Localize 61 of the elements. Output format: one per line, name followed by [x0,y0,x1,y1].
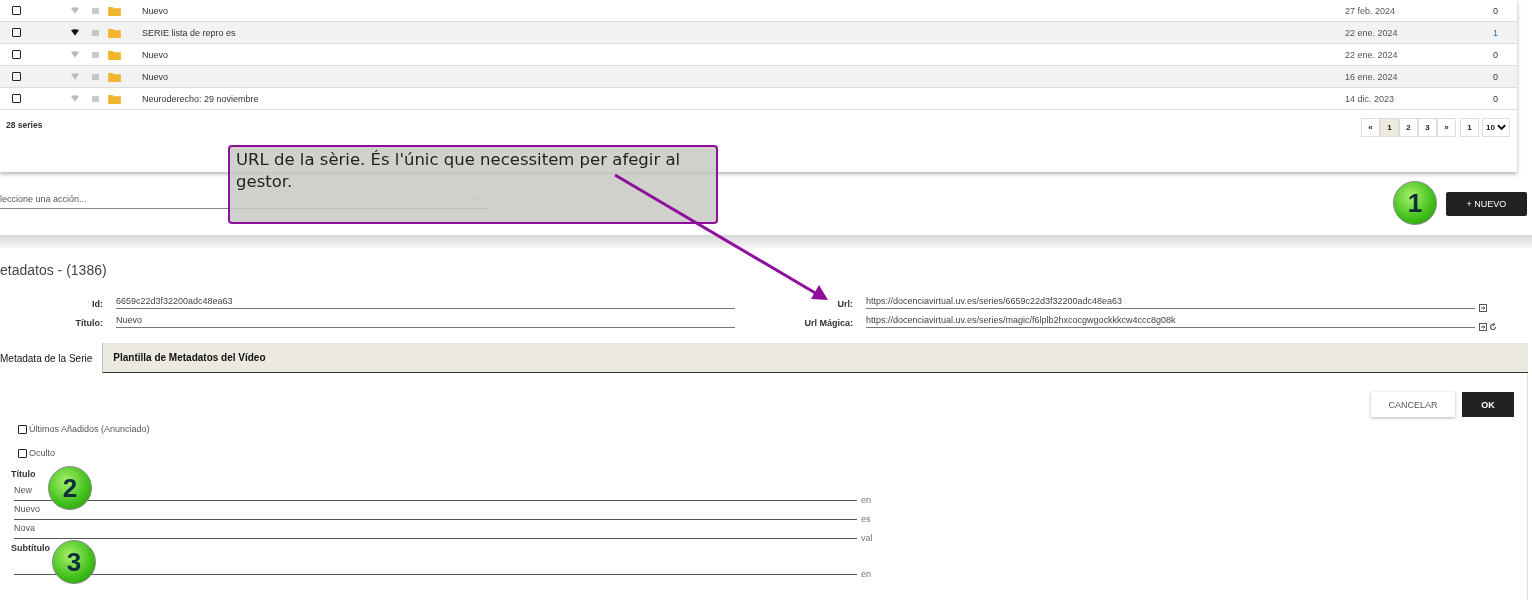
checkbox-label: Últimos Añadidos (Anunciado) [29,424,150,434]
row-checkbox[interactable] [12,94,21,103]
video-count: 0 [1493,71,1499,82]
new-button[interactable]: + NUEVO [1446,191,1527,216]
page-button[interactable]: » [1437,118,1457,137]
number-badge: 1 [1393,181,1437,225]
series-total: 28 series [6,120,43,130]
row-checkbox[interactable] [12,72,21,81]
page-button[interactable]: 3 [1418,118,1438,137]
field-label: Url: [836,299,853,309]
row-checkbox[interactable] [12,50,21,59]
page-button[interactable]: 2 [1399,118,1419,137]
series-title[interactable]: Nuevo [142,71,1345,82]
text-field[interactable]: Nuevo [116,315,735,328]
series-title[interactable]: SERIE lista de repro es [142,27,1345,38]
language-label: es [861,514,871,524]
page-button[interactable]: 1 [1380,118,1400,137]
text-field[interactable]: https://docenciavirtual.uv.es/series/6659c22d3f32200adc48ea63 [866,296,1475,309]
series-date: 22 ene. 2024 [1345,27,1399,38]
tab[interactable]: Metadata de la Serie [0,343,104,373]
video-count: 0 [1493,5,1499,16]
field-label: Título: [74,318,103,328]
field-label: Id: [91,299,103,309]
page-input[interactable]: 1 [1460,118,1480,137]
text-field[interactable]: https://docenciavirtual.uv.es/series/magic/f6lplb2hxcocgwgockkkcw4ccc8g08k [866,315,1475,328]
refresh-icon[interactable] [1489,323,1497,331]
section-heading: Subtítulo [11,543,50,553]
series-title[interactable]: Nuevo [142,49,1345,60]
number-badge: 3 [52,540,96,584]
page-size-select[interactable]: 10 [1482,118,1510,137]
series-date: 14 dic. 2023 [1345,93,1396,104]
annotation-tooltip: URL de la sèrie. És l'únic que necessitem per afegir al gestor. [228,145,718,224]
series-title[interactable]: Neuroderecho: 29 noviembre [142,93,1345,104]
video-count[interactable]: 1 [1493,27,1517,38]
checkbox[interactable] [18,448,27,458]
checkbox-label: Oculto [29,448,55,458]
section-heading: Título [11,469,36,479]
series-date: 27 feb. 2024 [1345,5,1397,16]
field-label: Url Mágica: [803,318,853,328]
video-count: 0 [1493,93,1499,104]
metadata-title: etadatos - (1386) [0,262,108,278]
number-badge: 2 [48,466,92,510]
series-date: 22 ene. 2024 [1345,49,1399,60]
series-title[interactable]: Nuevo [142,5,1345,16]
language-label: en [861,569,871,579]
series-date: 16 ene. 2024 [1345,71,1399,82]
cancel-button[interactable]: CANCELAR [1371,392,1455,417]
row-checkbox[interactable] [12,6,21,15]
tab[interactable]: Plantilla de Metadatos del Vídeo [103,343,276,372]
open-link-icon[interactable] [1479,304,1487,312]
language-label: en [861,495,871,505]
ok-button[interactable]: OK [1462,392,1514,417]
video-count: 0 [1493,49,1499,60]
checkbox[interactable] [18,424,27,434]
text-field[interactable]: 6659c22d3f32200adc48ea63 [116,296,735,309]
open-link-icon[interactable] [1479,323,1487,331]
text-field[interactable]: Nova [14,523,857,539]
chevron-icon [1497,124,1506,131]
page-button[interactable]: « [1361,118,1381,137]
language-label: val [861,533,873,543]
row-checkbox[interactable] [12,28,21,37]
